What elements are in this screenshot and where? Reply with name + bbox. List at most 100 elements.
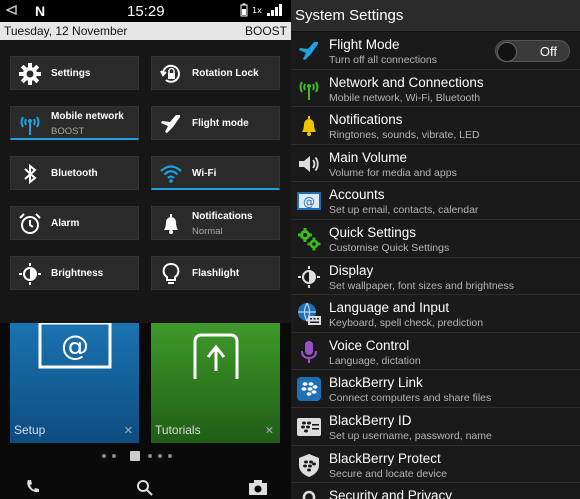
settings-item-subtitle: Set wallpaper, font sizes and brightness <box>329 279 515 292</box>
tile-wifi[interactable]: Wi-Fi <box>151 156 280 190</box>
date-label: Tuesday, 12 November <box>4 24 128 38</box>
page-dot <box>112 454 116 458</box>
app-setup[interactable]: @ Setup ✕ <box>10 323 139 443</box>
status-bar: N 15:29 1x <box>0 0 291 22</box>
date-carrier-row: Tuesday, 12 November BOOST <box>0 22 291 40</box>
settings-item-title: Display <box>329 262 374 278</box>
rotation-lock-icon <box>158 61 184 87</box>
settings-item-main-volume[interactable]: Main Volume Volume for media and apps <box>291 145 580 183</box>
signal-strength-icon <box>266 3 286 17</box>
settings-item-display[interactable]: Display Set wallpaper, font sizes and br… <box>291 258 580 296</box>
tile-rotation-lock[interactable]: Rotation Lock <box>151 56 280 90</box>
bluetooth-icon <box>17 161 43 187</box>
phone-icon[interactable] <box>25 479 41 495</box>
settings-item-title: Network and Connections <box>329 74 484 90</box>
page-indicator[interactable] <box>100 451 190 461</box>
page-dot <box>148 454 152 458</box>
settings-item-subtitle: Volume for media and apps <box>329 166 457 179</box>
tile-label: Notifications <box>192 211 253 222</box>
settings-item-blackberry-protect[interactable]: BlackBerry Protect Secure and locate dev… <box>291 446 580 484</box>
settings-item-title: Security and Privacy <box>329 488 453 499</box>
brightness-icon <box>17 261 43 287</box>
display-icon <box>296 264 322 290</box>
app-tutorials[interactable]: Tutorials ✕ <box>151 323 280 443</box>
settings-item-voice-control[interactable]: Voice Control Language, dictation <box>291 333 580 371</box>
svg-text:1x: 1x <box>252 6 262 15</box>
tile-label: Mobile network <box>51 111 124 122</box>
page-dot <box>168 454 172 458</box>
settings-item-subtitle: Secure and locate device <box>329 467 447 480</box>
blackberry-protect-icon <box>296 452 322 478</box>
tile-flashlight[interactable]: Flashlight <box>151 256 280 290</box>
settings-item-title: Quick Settings <box>329 224 417 240</box>
quick-settings-panel: N 15:29 1x Tuesday, 12 November BOOST Se… <box>0 0 291 499</box>
settings-item-accounts[interactable]: @ Accounts Set up email, contacts, calen… <box>291 182 580 220</box>
gears-icon <box>296 226 322 252</box>
page-dot <box>158 454 162 458</box>
settings-item-subtitle: Set up email, contacts, calendar <box>329 204 479 217</box>
antenna-icon <box>296 76 322 102</box>
blackberry-link-icon <box>296 376 322 402</box>
tile-bluetooth[interactable]: Bluetooth <box>10 156 139 190</box>
settings-item-network[interactable]: Network and Connections Mobile network, … <box>291 70 580 108</box>
title-bar: System Settings <box>291 0 580 32</box>
app-label: Setup <box>14 423 46 437</box>
tile-alarm[interactable]: Alarm <box>10 206 139 240</box>
settings-item-security-privacy[interactable]: Security and Privacy <box>291 483 580 499</box>
tile-label: Alarm <box>51 218 80 229</box>
tile-flight-mode[interactable]: Flight mode <box>151 106 280 140</box>
notification-glyph: N <box>35 3 46 19</box>
app-label: Tutorials <box>155 423 201 437</box>
settings-item-title: Language and Input <box>329 300 450 316</box>
at-sign-icon: @ <box>296 188 322 214</box>
svg-text:@: @ <box>303 195 315 209</box>
system-settings-screen: System Settings Flight Mode Turn off all… <box>291 0 580 499</box>
page-dot <box>102 454 106 458</box>
settings-item-title: Main Volume <box>329 149 408 165</box>
tile-label: Settings <box>51 68 91 79</box>
settings-item-title: BlackBerry Protect <box>329 450 441 466</box>
toggle-knob <box>497 42 517 62</box>
app-grid-icon <box>130 451 140 461</box>
speaker-icon <box>296 151 322 177</box>
settings-item-quick-settings[interactable]: Quick Settings Customise Quick Settings <box>291 220 580 258</box>
settings-item-subtitle: Mobile network, Wi-Fi, Bluetooth <box>329 91 481 104</box>
settings-item-title: BlackBerry Link <box>329 375 423 391</box>
settings-item-subtitle: Connect computers and share files <box>329 392 492 405</box>
settings-item-title: Voice Control <box>329 337 410 353</box>
clock: 15:29 <box>127 3 165 20</box>
settings-item-notifications[interactable]: Notifications Ringtones, sounds, vibrate… <box>291 107 580 145</box>
settings-item-language-input[interactable]: Language and Input Keyboard, spell check… <box>291 295 580 333</box>
lightbulb-icon <box>158 261 184 287</box>
page-title: System Settings <box>295 7 404 24</box>
tile-notifications[interactable]: Notifications Normal <box>151 206 280 240</box>
settings-item-subtitle: Ringtones, sounds, vibrate, LED <box>329 129 480 142</box>
tile-settings[interactable]: Settings <box>10 56 139 90</box>
close-icon[interactable]: ✕ <box>265 424 274 437</box>
settings-item-title: Accounts <box>329 187 385 203</box>
settings-item-title: Notifications <box>329 112 403 128</box>
tile-label: Wi-Fi <box>192 168 217 179</box>
svg-text:@: @ <box>61 329 89 362</box>
tile-brightness[interactable]: Brightness <box>10 256 139 290</box>
battery-icon <box>240 3 248 17</box>
quick-settings-grid: Settings Rotation Lock Mobile network BO… <box>0 40 291 356</box>
settings-item-subtitle: Customise Quick Settings <box>329 241 450 254</box>
camera-icon[interactable] <box>248 479 268 495</box>
settings-item-subtitle: Language, dictation <box>329 354 421 367</box>
flight-mode-toggle[interactable]: Off <box>495 40 570 62</box>
blackberry-id-icon <box>296 414 322 440</box>
settings-item-blackberry-id[interactable]: BlackBerry ID Set up username, password,… <box>291 408 580 446</box>
tile-label: Bluetooth <box>51 168 98 179</box>
settings-item-flight-mode[interactable]: Flight Mode Turn off all connections Off <box>291 32 580 70</box>
airplane-icon <box>158 111 184 137</box>
close-icon[interactable]: ✕ <box>124 424 133 437</box>
settings-item-subtitle: Set up username, password, name <box>329 429 492 442</box>
settings-item-blackberry-link[interactable]: BlackBerry Link Connect computers and sh… <box>291 370 580 408</box>
network-type-icon: 1x <box>252 3 266 17</box>
toggle-label: Off <box>539 44 557 59</box>
settings-item-subtitle: Turn off all connections <box>329 54 437 66</box>
carrier-label: BOOST <box>244 24 287 38</box>
search-icon[interactable] <box>136 479 154 497</box>
tile-mobile-network[interactable]: Mobile network BOOST <box>10 106 139 140</box>
